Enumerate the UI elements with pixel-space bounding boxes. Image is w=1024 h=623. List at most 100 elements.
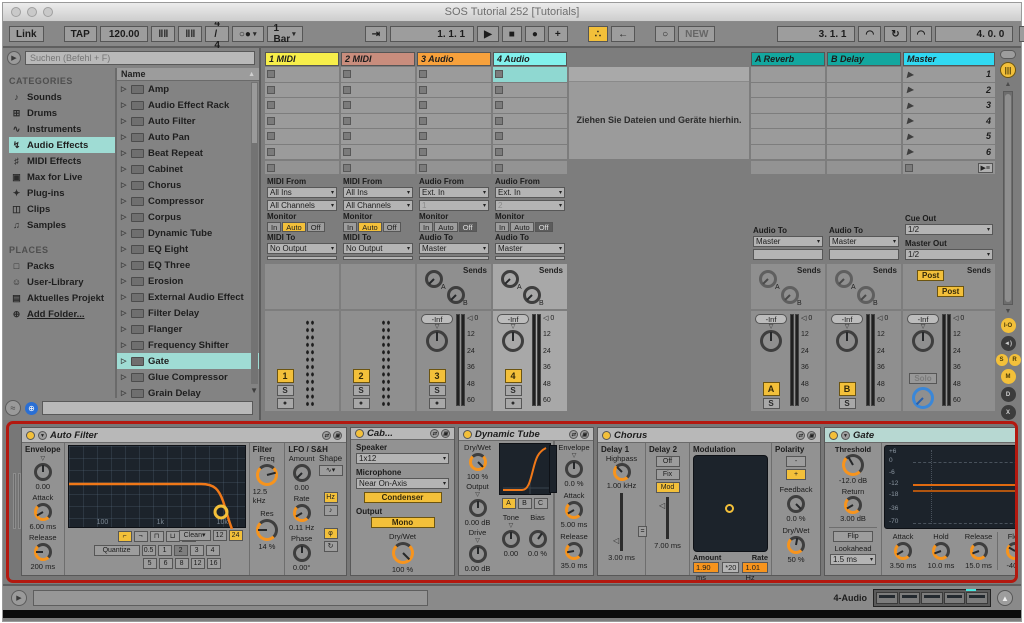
clip-slot[interactable]: [341, 67, 415, 82]
stop-clips-row[interactable]: [417, 161, 491, 174]
device-title-bar[interactable]: Dynamic Tube ⇄▣: [459, 428, 593, 441]
beat-button[interactable]: 5: [143, 558, 157, 569]
delay-link-button[interactable]: =: [638, 526, 647, 537]
solo-button[interactable]: S: [277, 385, 294, 396]
output-channel-select[interactable]: [829, 249, 899, 260]
send-b-pre-post-button[interactable]: Post: [937, 286, 964, 297]
sidebar-category-item[interactable]: ∿ Instruments: [9, 121, 115, 137]
device-title-bar[interactable]: Cab... ⇄▣: [351, 428, 454, 440]
beat-button[interactable]: 0.5: [142, 545, 156, 556]
lfo-phase-knob[interactable]: [293, 544, 311, 562]
cue-out-select[interactable]: 1/2: [905, 224, 993, 235]
clip-slot[interactable]: [417, 67, 491, 82]
beat-button[interactable]: 8: [175, 558, 189, 569]
circuit-select[interactable]: Clean▾: [179, 530, 211, 541]
list-header-name[interactable]: Name: [121, 69, 146, 79]
dry-wet-knob[interactable]: [787, 536, 805, 554]
delay2-mode-button[interactable]: Off: [656, 456, 680, 467]
browser-device-item[interactable]: ▷ Corpus: [117, 209, 259, 225]
save-preset-icon[interactable]: ▣: [807, 431, 816, 440]
toggle-sends-section[interactable]: S: [996, 354, 1008, 366]
scroll-down-icon[interactable]: ▼: [250, 386, 258, 395]
track-activator-button[interactable]: 2: [353, 369, 370, 383]
output-mono-button[interactable]: Mono: [371, 517, 435, 528]
lookahead-select[interactable]: 1.5 ms: [830, 554, 876, 565]
output-channel-select[interactable]: [419, 256, 489, 260]
pan-knob[interactable]: [912, 330, 934, 352]
scene-play-icon[interactable]: ▶: [907, 70, 913, 79]
session-record-button[interactable]: ○: [655, 26, 675, 42]
filter-freq-knob[interactable]: [256, 464, 278, 486]
scene-play-icon[interactable]: ▶: [907, 85, 913, 94]
browser-device-item[interactable]: ▷ Frequency Shifter: [117, 337, 259, 353]
scene-slot[interactable]: ▶ 6: [903, 145, 995, 160]
track-header[interactable]: 3 Audio: [417, 52, 491, 66]
time-signature-field[interactable]: 4 / 4: [205, 26, 229, 42]
expand-triangle-icon[interactable]: ▷: [121, 181, 127, 189]
browser-device-item[interactable]: ▷ Auto Filter: [117, 113, 259, 129]
track-header[interactable]: 4 Audio: [493, 52, 567, 66]
beat-button[interactable]: 3: [190, 545, 204, 556]
link-button[interactable]: Link: [9, 26, 44, 42]
device-chain-overview[interactable]: [873, 589, 991, 607]
scene-play-icon[interactable]: ▶: [907, 132, 913, 141]
arrangement-position-field[interactable]: 1. 1. 1: [390, 26, 474, 42]
scene-play-icon[interactable]: ▶: [907, 101, 913, 110]
save-preset-icon[interactable]: ▣: [333, 431, 342, 440]
output-type-select[interactable]: Master: [753, 236, 823, 247]
sidebar-category-item[interactable]: ↯ Audio Effects: [9, 137, 115, 153]
drive-knob[interactable]: [469, 545, 487, 563]
browser-device-item[interactable]: ▷ EQ Three: [117, 257, 259, 273]
browser-device-item[interactable]: ▷ Glue Compressor: [117, 369, 259, 385]
browser-device-item[interactable]: ▷ External Audio Effect: [117, 289, 259, 305]
output-channel-select[interactable]: [495, 256, 565, 260]
browser-device-item[interactable]: ▷ EQ Eight: [117, 241, 259, 257]
clip-slot[interactable]: [341, 145, 415, 160]
tempo-field[interactable]: 120.00: [100, 26, 149, 42]
scene-play-icon[interactable]: ▶: [907, 116, 913, 125]
delay2-time-slider[interactable]: ◁: [666, 497, 669, 539]
solo-button[interactable]: Solo: [909, 373, 937, 384]
output-channel-select[interactable]: [343, 256, 413, 260]
tone-knob[interactable]: [502, 530, 520, 548]
volume-field[interactable]: -Inf: [497, 314, 529, 324]
envelope-release-knob[interactable]: [34, 543, 52, 561]
clip-slot[interactable]: [341, 83, 415, 98]
envelope-amount-knob[interactable]: [34, 463, 52, 481]
lfo-sync-button[interactable]: ♪: [324, 505, 338, 516]
monitor-off-button[interactable]: Off: [307, 222, 325, 232]
lfo-shape-select[interactable]: ∿▾: [319, 465, 343, 476]
lfo-amount-knob[interactable]: [293, 464, 311, 482]
filter-frequency-display[interactable]: 100 1k 10k: [68, 445, 246, 528]
device-title-bar[interactable]: Chorus ⇄▣: [598, 428, 820, 443]
clip-slot[interactable]: [417, 83, 491, 98]
browser-device-item[interactable]: ▷ Cabinet: [117, 161, 259, 177]
sidebar-category-item[interactable]: ✦ Plug-ins: [9, 185, 115, 201]
pan-knob[interactable]: [426, 330, 448, 352]
volume-field[interactable]: -Inf: [907, 314, 939, 324]
clip-slot[interactable]: [265, 114, 339, 129]
master-out-select[interactable]: 1/2: [905, 249, 993, 260]
hot-swap-icon[interactable]: ⇄: [796, 431, 805, 440]
monitor-off-button[interactable]: Off: [459, 222, 477, 232]
filter-type-button[interactable]: ⊓: [150, 531, 164, 542]
lfo-phase-mode-button[interactable]: φ: [324, 528, 338, 539]
lfo-hz-button[interactable]: Hz: [324, 492, 338, 503]
input-channel-select[interactable]: All Channels: [343, 200, 413, 211]
tap-tempo-button[interactable]: TAP: [64, 26, 97, 42]
hot-swap-icon[interactable]: ⇄: [322, 431, 331, 440]
tube-model-button[interactable]: A: [502, 498, 516, 509]
device-on-button[interactable]: [26, 431, 35, 440]
clip-slot[interactable]: [341, 114, 415, 129]
monitor-off-button[interactable]: Off: [535, 222, 553, 232]
return-track-header[interactable]: A Reverb: [751, 52, 825, 66]
save-preset-icon[interactable]: ▣: [441, 429, 450, 438]
output-type-select[interactable]: Master: [419, 243, 489, 254]
capture-new-button[interactable]: NEW: [678, 26, 715, 42]
preview-field[interactable]: [42, 401, 253, 415]
beat-button[interactable]: 1: [158, 545, 172, 556]
save-preset-icon[interactable]: ▣: [580, 430, 589, 439]
filter-type-button[interactable]: ¬: [134, 531, 148, 542]
scene-slot[interactable]: ▶ 5: [903, 129, 995, 144]
modulation-rate-field[interactable]: 1.01 Hz: [742, 562, 768, 573]
